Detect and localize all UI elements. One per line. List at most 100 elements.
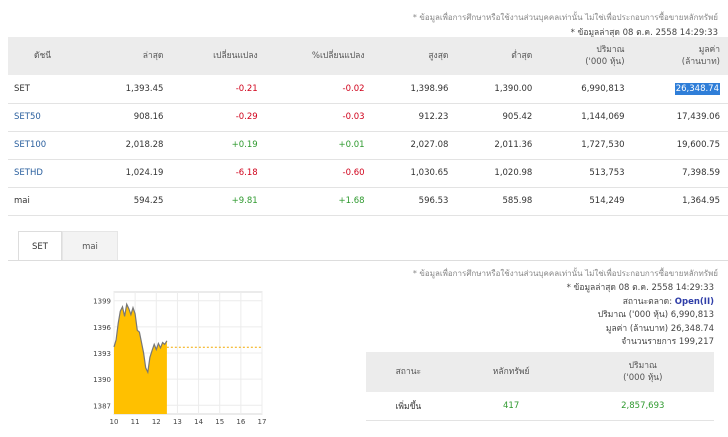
table-row: เพิ่มขึ้น 417 2,857,693 xyxy=(366,392,714,421)
x-tick-label: 10 xyxy=(110,418,119,426)
index-high: 912.23 xyxy=(372,103,457,132)
index-pct-change: -0.02 xyxy=(265,75,373,104)
index-table-header: ดัชนี ล่าสุด เปลี่ยนแปลง %เปลี่ยนแปลง สู… xyxy=(8,37,728,75)
summary-volume: ปริมาณ ('000 หุ้น) 6,990,813 xyxy=(567,309,714,323)
header-volume: ปริมาณ ('000 หุ้น) xyxy=(540,37,633,75)
summary-asof: * ข้อมูลล่าสุด 08 ต.ค. 2558 14:29:33 xyxy=(566,283,714,293)
y-tick-label: 1399 xyxy=(93,298,111,306)
trades-value: 199,217 xyxy=(678,337,714,347)
header-last: ล่าสุด xyxy=(87,37,172,75)
index-change: +9.81 xyxy=(171,187,266,216)
index-value: 7,398.59 xyxy=(632,159,728,188)
volume-value: 6,990,813 xyxy=(670,310,714,320)
x-tick-label: 15 xyxy=(215,418,224,426)
x-tick-label: 17 xyxy=(258,418,267,426)
index-low: 1,020.98 xyxy=(456,159,541,188)
x-tick-label: 16 xyxy=(236,418,245,426)
index-high: 596.53 xyxy=(372,187,457,216)
header-high: สูงสุด xyxy=(372,37,457,75)
tab-divider xyxy=(8,260,728,261)
chart-x-axis: 10 11 12 13 14 15 16 17 xyxy=(110,418,267,426)
header-value: มูลค่า (ล้านบาท) xyxy=(632,37,728,75)
header-breadth-volume: ปริมาณ ('000 หุ้น) xyxy=(571,352,714,392)
side-disclaimer: * ข้อมูลเพื่อการศึกษาหรือใช้งานส่วนบุคคล… xyxy=(412,269,718,278)
tab-mai[interactable]: mai xyxy=(62,231,118,261)
index-high: 2,027.08 xyxy=(372,131,457,160)
value-value: 26,348.74 xyxy=(670,323,714,334)
index-value: 17,439.06 xyxy=(632,103,728,132)
y-tick-label: 1396 xyxy=(93,324,111,332)
y-tick-label: 1387 xyxy=(93,402,111,410)
index-last: 1,024.19 xyxy=(87,159,172,188)
header-low: ต่ำสุด xyxy=(456,37,541,75)
index-low: 905.42 xyxy=(456,103,541,132)
index-low: 585.98 xyxy=(456,187,541,216)
index-pct-change: +0.01 xyxy=(265,131,373,160)
header-change: เปลี่ยนแปลง xyxy=(171,37,266,75)
selected-value-text[interactable]: 26,348.74 xyxy=(674,82,720,95)
header-pct-change: %เปลี่ยนแปลง xyxy=(265,37,373,75)
header-index: ดัชนี xyxy=(8,37,88,75)
market-summary: * ข้อมูลล่าสุด 08 ต.ค. 2558 14:29:33 สถา… xyxy=(567,282,714,350)
summary-value: มูลค่า (ล้านบาท) 26,348.74 xyxy=(567,323,714,337)
index-volume: 1,144,069 xyxy=(540,103,633,132)
x-tick-label: 14 xyxy=(194,418,203,426)
index-table: ดัชนี ล่าสุด เปลี่ยนแปลง %เปลี่ยนแปลง สู… xyxy=(8,37,728,216)
index-low: 2,011.36 xyxy=(456,131,541,160)
index-name: SET xyxy=(8,75,88,104)
value-label: มูลค่า (ล้านบาท) xyxy=(605,323,669,334)
index-value: 1,364.95 xyxy=(632,187,728,216)
chart-y-axis: 1399 1396 1393 1390 1387 xyxy=(93,298,111,411)
table-row: SET 1,393.45 -0.21 -0.02 1,398.96 1,390.… xyxy=(8,75,728,104)
index-last: 1,393.45 xyxy=(87,75,172,104)
status-label: สถานะตลาด: xyxy=(622,296,673,307)
table-row: SET50 908.16 -0.29 -0.03 912.23 905.42 1… xyxy=(8,103,728,132)
index-pct-change: -0.60 xyxy=(265,159,373,188)
index-value: 19,600.75 xyxy=(632,131,728,160)
market-breadth-header: สถานะ หลักทรัพย์ ปริมาณ ('000 หุ้น) xyxy=(366,352,714,392)
intraday-chart: 1399 1396 1393 1390 1387 10 11 12 13 14 15 16 17 xyxy=(93,291,267,426)
breadth-volume: 2,857,693 xyxy=(571,392,714,421)
breadth-status: เพิ่มขึ้น xyxy=(366,392,451,421)
index-high: 1,398.96 xyxy=(372,75,457,104)
index-link-set100[interactable]: SET100 xyxy=(8,131,88,160)
index-last: 594.25 xyxy=(87,187,172,216)
index-volume: 513,753 xyxy=(540,159,633,188)
index-last: 908.16 xyxy=(87,103,172,132)
index-change: -0.29 xyxy=(171,103,266,132)
index-name: mai xyxy=(8,187,88,216)
summary-trades: จำนวนรายการ 199,217 xyxy=(567,336,714,350)
x-tick-label: 13 xyxy=(173,418,182,426)
trades-label: จำนวนรายการ xyxy=(621,337,677,347)
index-change: -6.18 xyxy=(171,159,266,188)
table-row: SET100 2,018.28 +0.19 +0.01 2,027.08 2,0… xyxy=(8,131,728,160)
summary-status: สถานะตลาด: Open(II) xyxy=(567,296,714,310)
index-pct-change: -0.03 xyxy=(265,103,373,132)
index-high: 1,030.65 xyxy=(372,159,457,188)
volume-label: ปริมาณ ('000 หุ้น) xyxy=(597,310,669,320)
x-tick-label: 11 xyxy=(131,418,140,426)
y-tick-label: 1390 xyxy=(93,376,111,384)
index-link-sethd[interactable]: SETHD xyxy=(8,159,88,188)
index-change: -0.21 xyxy=(171,75,266,104)
market-breadth-table: สถานะ หลักทรัพย์ ปริมาณ ('000 หุ้น) เพิ่… xyxy=(366,352,714,421)
index-pct-change: +1.68 xyxy=(265,187,373,216)
index-volume: 514,249 xyxy=(540,187,633,216)
index-low: 1,390.00 xyxy=(456,75,541,104)
index-volume: 6,990,813 xyxy=(540,75,633,104)
table-row: mai 594.25 +9.81 +1.68 596.53 585.98 514… xyxy=(8,187,728,216)
table-row: SETHD 1,024.19 -6.18 -0.60 1,030.65 1,02… xyxy=(8,159,728,188)
status-value: Open(II) xyxy=(674,296,714,307)
tab-set[interactable]: SET xyxy=(18,231,62,261)
index-value[interactable]: 26,348.74 xyxy=(632,75,728,104)
index-change: +0.19 xyxy=(171,131,266,160)
y-tick-label: 1393 xyxy=(93,350,111,358)
header-securities: หลักทรัพย์ xyxy=(450,352,572,392)
index-link-set50[interactable]: SET50 xyxy=(8,103,88,132)
index-last: 2,018.28 xyxy=(87,131,172,160)
index-volume: 1,727,530 xyxy=(540,131,633,160)
header-status: สถานะ xyxy=(366,352,451,392)
breadth-count: 417 xyxy=(450,392,572,421)
disclaimer-text: * ข้อมูลเพื่อการศึกษาหรือใช้งานส่วนบุคคล… xyxy=(412,13,718,22)
x-tick-label: 12 xyxy=(152,418,161,426)
